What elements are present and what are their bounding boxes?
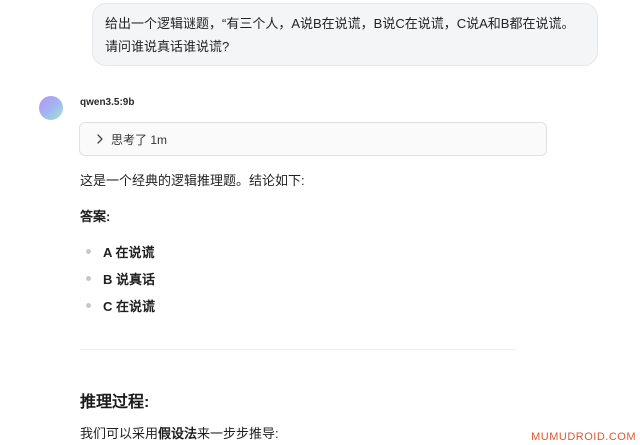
watermark: MUMUDROID.COM (531, 431, 636, 443)
model-name: qwen3.5:9b (80, 97, 135, 108)
list-item: B 说真话 (86, 265, 155, 292)
answer-list: A 在说谎 B 说真话 C 在说谎 (86, 238, 155, 319)
user-message-bubble: 给出一个逻辑谜题，“有三个人，A说B在说谎，B说C在说谎，C说A和B都在说谎。请… (92, 3, 598, 66)
thinking-label: 思考了 1m (111, 132, 168, 147)
bullet (86, 276, 91, 281)
bullet (86, 249, 91, 254)
chevron-right-icon (94, 133, 106, 145)
divider (80, 349, 516, 350)
list-item: C 在说谎 (86, 292, 155, 319)
answer-b: B 说真话 (103, 272, 156, 287)
answer-c: C 在说谎 (103, 299, 156, 314)
list-item: A 在说谎 (86, 238, 155, 265)
answer-a: A 在说谎 (103, 245, 155, 260)
answer-heading: 答案: (80, 209, 111, 224)
reasoning-heading: 推理过程: (80, 394, 150, 411)
reasoning-intro-bold: 假设法 (158, 426, 198, 441)
user-message-text: 给出一个逻辑谜题，“有三个人，A说B在说谎，B说C在说谎，C说A和B都在说谎。请… (105, 16, 575, 54)
thinking-toggle[interactable]: 思考了 1m (79, 122, 547, 156)
answer-intro: 这是一个经典的逻辑推理题。结论如下: (80, 173, 305, 188)
reasoning-intro-after: 来一步步推导: (197, 426, 279, 441)
reasoning-intro: 我们可以采用假设法来一步步推导: (80, 423, 279, 442)
assistant-avatar (39, 96, 63, 120)
bullet (86, 303, 91, 308)
reasoning-intro-before: 我们可以采用 (80, 426, 159, 441)
